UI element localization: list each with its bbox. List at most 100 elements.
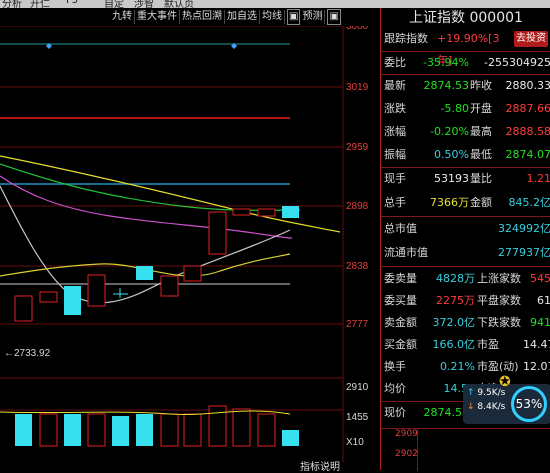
toolbar-hotspot[interactable]: 热点回溯 — [180, 10, 225, 24]
quote-value: 53193 — [434, 172, 469, 185]
toolbar-major-events[interactable]: 重大事件 — [135, 10, 180, 24]
toolbar-moving-average[interactable]: 均线 — [260, 10, 285, 24]
market-label: 流通市值 — [384, 246, 428, 259]
candle[interactable] — [257, 208, 276, 217]
quote-label: 委比 — [384, 56, 406, 69]
expand-icon[interactable]: ▣ — [327, 9, 341, 25]
quote-row: 最新 2874.53 昨收 2880.33 — [381, 75, 550, 97]
volume-bar[interactable] — [160, 413, 179, 447]
quote-label: 现手 — [384, 172, 406, 185]
window-icon[interactable]: ▣ — [287, 9, 301, 25]
market-value: 277937亿 — [498, 246, 550, 259]
quote-right-label: 最高 — [470, 125, 492, 138]
candle[interactable] — [14, 295, 33, 322]
volume-bar[interactable] — [64, 414, 81, 446]
tab-f5[interactable]: F5 — [66, 0, 78, 6]
quote-value: 7366万 — [430, 196, 469, 209]
candle[interactable] — [64, 286, 81, 315]
book-label: 换手 — [384, 360, 406, 373]
quote-row: 振幅 0.50% 最低 2874.07 — [381, 144, 550, 166]
book-label: 委卖量 — [384, 272, 417, 285]
volume-bar[interactable] — [257, 413, 276, 447]
volume-bar[interactable] — [183, 413, 202, 447]
candle[interactable] — [183, 265, 202, 282]
quote-row: 涨跌 -5.80 开盘 2887.66 — [381, 98, 550, 120]
toolbar-add-watchlist[interactable]: 加自选 — [225, 10, 260, 24]
book-value: 0.21% — [440, 360, 475, 373]
volume-bars — [15, 405, 299, 447]
toolbar-forecast[interactable]: 预测 — [300, 10, 326, 24]
candle[interactable] — [39, 291, 58, 303]
index-title: 上证指数 000001 — [409, 10, 523, 26]
book-right-value: 941 — [530, 316, 550, 329]
quote-right-label: 开盘 — [470, 102, 492, 115]
volume-unit: X10 — [346, 437, 364, 448]
mini-axis — [417, 429, 418, 471]
price-tick: 2898 — [346, 201, 369, 212]
candle[interactable] — [282, 206, 299, 218]
market-row: 总市值 324992亿 — [381, 218, 550, 240]
quote-label: 涨幅 — [384, 125, 406, 138]
toolbar-jiuzhuan[interactable]: 九转 — [110, 10, 135, 24]
top-tab-strip: 分析 开仁 F5 自定 涉智 默认页 — [0, 0, 550, 8]
quote-panel: 上证指数 000001 跟踪指数 +19.90%[3年] 去投资 委比 -35.… — [380, 8, 550, 471]
book-right-label: 平盘家数 — [477, 294, 521, 307]
book-label: 卖金额 — [384, 316, 417, 329]
book-label: 买金额 — [384, 338, 417, 351]
price-tick: 2777 — [346, 319, 369, 330]
volume-bar[interactable] — [136, 414, 153, 446]
quote-right-label: 金额 — [470, 196, 492, 209]
divider — [381, 266, 550, 267]
book-row: 卖金额 372.0亿 下跌家数 941 — [381, 312, 550, 334]
kline-chart[interactable]: 3080 3019 2959 2898 2838 2777 2910 1455 … — [0, 26, 378, 462]
cpu-usage-gauge: 53% — [511, 386, 547, 422]
tab-open[interactable]: 开仁 — [30, 0, 50, 8]
book-row: 委买量 2275万 平盘家数 61 — [381, 290, 550, 312]
now-value: 2874.53 — [423, 406, 470, 419]
price-tick: 3019 — [346, 82, 369, 93]
quote-label: 涨跌 — [384, 102, 406, 115]
ma-white-line — [0, 185, 291, 304]
quote-value: -5.80 — [440, 102, 469, 115]
invest-button[interactable]: 去投资 — [514, 31, 548, 47]
price-tick: 2959 — [346, 142, 369, 153]
candle[interactable] — [232, 208, 251, 216]
volume-bar[interactable] — [112, 416, 129, 446]
candle[interactable] — [87, 274, 106, 307]
upload-arrow-icon: ↑ — [467, 388, 475, 398]
chart-bottom-bar: 指标说明 — [0, 462, 378, 473]
volume-tick: 2910 — [346, 382, 369, 393]
ma-green-line — [0, 163, 301, 211]
volume-bar[interactable] — [87, 413, 106, 447]
candle[interactable] — [160, 275, 179, 297]
quote-value: -35.94% — [423, 56, 469, 69]
candle[interactable] — [136, 266, 153, 280]
quote-right-value: 845.2亿 — [508, 196, 550, 209]
market-value: 324992亿 — [498, 222, 550, 235]
book-row: 买金额 166.0亿 市盈 14.47 — [381, 334, 550, 356]
network-speed-widget[interactable]: ↑ 9.5K/s ↓ 8.4K/s 53% — [463, 384, 550, 424]
chart-toolbar: 九转 重大事件 热点回溯 加自选 均线 ▣ 预测 ▣ — [110, 8, 378, 26]
volume-bar[interactable] — [15, 414, 32, 446]
tab-analysis[interactable]: 分析 — [2, 0, 22, 8]
volume-bar[interactable] — [39, 413, 58, 447]
tab-default-page[interactable]: 默认页 — [164, 0, 194, 8]
price-tick: 2838 — [346, 261, 369, 272]
volume-bar[interactable] — [232, 408, 251, 447]
candle[interactable] — [208, 211, 227, 255]
now-label: 现价 — [384, 406, 406, 419]
market-label: 总市值 — [384, 222, 417, 235]
download-speed-value: 8.4K/s — [477, 402, 506, 412]
volume-bar[interactable] — [282, 430, 299, 446]
indicator-help-link[interactable]: 指标说明 — [300, 458, 340, 473]
quote-right-label: 昨收 — [470, 79, 492, 92]
quote-right-label: 最低 — [470, 148, 492, 161]
quote-right-value: 2874.07 — [505, 148, 550, 161]
tab-custom[interactable]: 自定 — [104, 0, 124, 8]
quote-label: 最新 — [384, 79, 406, 92]
tab-step[interactable]: 涉智 — [134, 0, 154, 8]
book-right-value: 61 — [537, 294, 550, 307]
quote-right-value: 2888.58 — [505, 125, 550, 138]
divider — [381, 216, 550, 217]
book-label: 委买量 — [384, 294, 417, 307]
